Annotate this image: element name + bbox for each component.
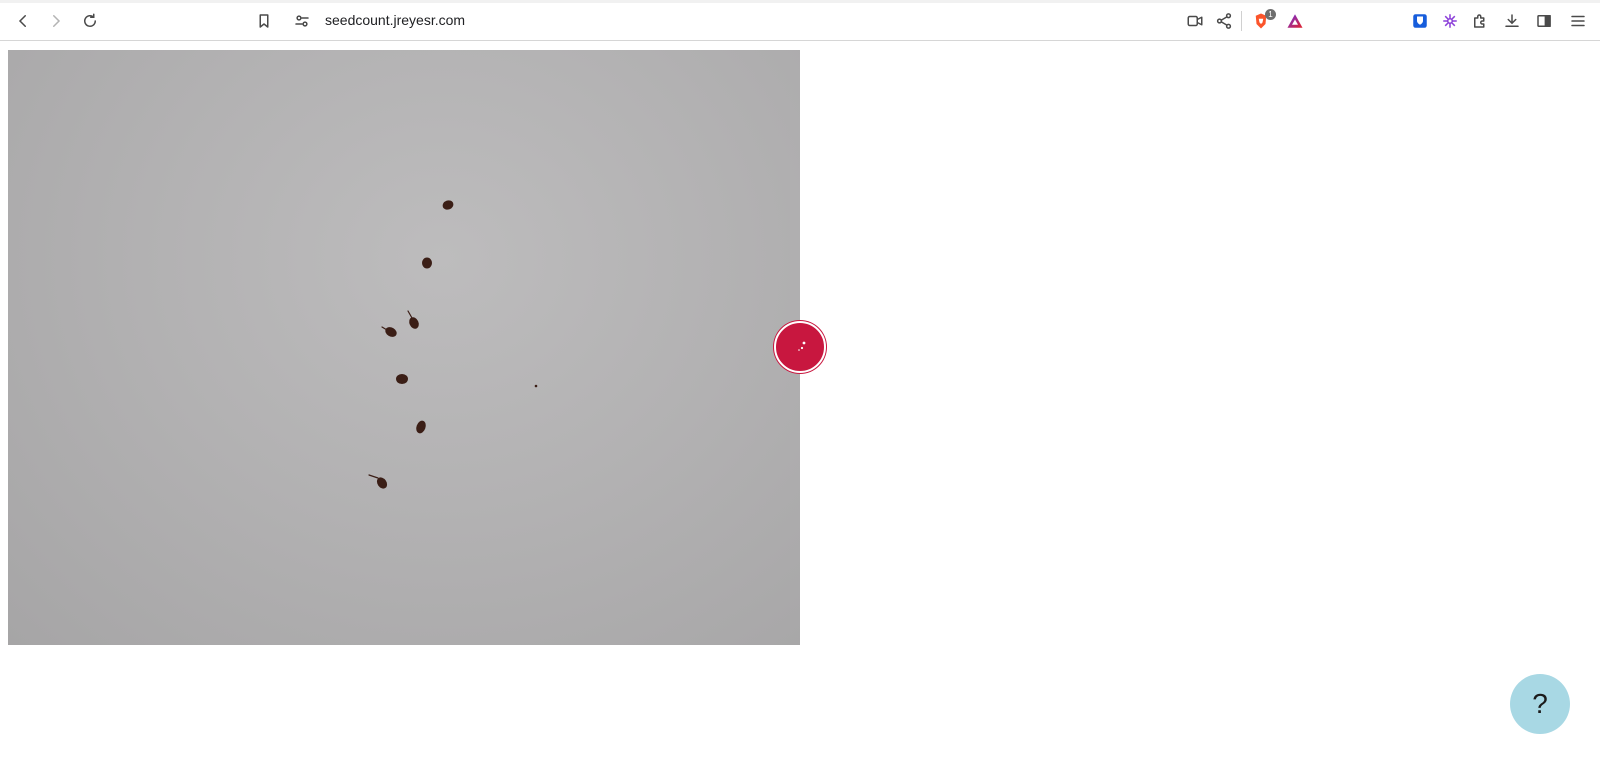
- downloads-button[interactable]: [1499, 8, 1525, 34]
- reload-button[interactable]: [77, 8, 103, 34]
- share-icon: [1216, 13, 1232, 29]
- dots-icon: [798, 341, 806, 351]
- address-bar[interactable]: seedcount.jreyesr.com: [325, 12, 465, 28]
- browser-toolbar: seedcount.jreyesr.com 1: [0, 0, 1600, 41]
- extensions-button[interactable]: [1467, 8, 1493, 34]
- flower-extension-button[interactable]: [1437, 8, 1463, 34]
- speck: [534, 384, 538, 388]
- bitwarden-button[interactable]: [1407, 8, 1433, 34]
- seed: [381, 326, 397, 337]
- hamburger-menu-icon: [1571, 15, 1585, 27]
- forward-button[interactable]: [43, 8, 69, 34]
- shields-count-badge: 1: [1265, 9, 1276, 20]
- seed: [407, 310, 419, 329]
- toolbar-divider: [1241, 11, 1242, 31]
- sidebar-icon: [1537, 15, 1551, 27]
- download-icon: [1505, 14, 1519, 27]
- bookmark-icon: [259, 14, 269, 28]
- seeds-photo: [8, 50, 800, 645]
- capture-button[interactable]: [774, 321, 826, 373]
- share-button[interactable]: [1211, 8, 1237, 34]
- flower-icon: [1443, 14, 1457, 28]
- back-button[interactable]: [10, 8, 36, 34]
- camera-button[interactable]: [1182, 8, 1208, 34]
- seed: [368, 474, 388, 489]
- shield-icon: [1413, 14, 1427, 28]
- reload-icon: [84, 13, 96, 27]
- main-menu-button[interactable]: [1565, 8, 1591, 34]
- triangle-icon: [1287, 14, 1303, 28]
- arrow-right-icon: [53, 15, 61, 27]
- site-info-button[interactable]: [289, 8, 315, 34]
- video-camera-icon: [1187, 15, 1203, 27]
- help-button[interactable]: ?: [1510, 674, 1570, 734]
- seeds-photo-drawing: [368, 200, 538, 489]
- seed: [442, 200, 454, 210]
- seed: [416, 420, 426, 434]
- seed: [396, 374, 408, 384]
- brave-rewards-button[interactable]: [1282, 8, 1308, 34]
- sidebar-button[interactable]: [1531, 8, 1557, 34]
- tab-strip-edge: [0, 0, 1600, 3]
- arrow-left-icon: [18, 15, 26, 27]
- seed: [422, 257, 432, 269]
- puzzle-icon: [1474, 14, 1485, 28]
- bookmark-button[interactable]: [251, 8, 277, 34]
- site-settings-icon: [295, 15, 309, 27]
